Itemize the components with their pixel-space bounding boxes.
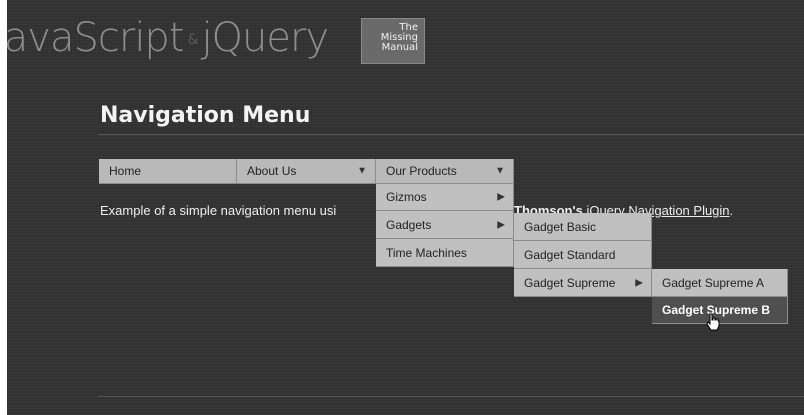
chevron-down-icon: ▼ [357,165,367,177]
menu-item-gadget-standard[interactable]: Gadget Standard [514,241,652,269]
menu-item-gadgets[interactable]: Gadgets ▶ [376,211,514,239]
nav-item-our-products[interactable]: Our Products ▼ [376,159,514,184]
badge-line-3: Manual [381,42,418,53]
site-logo[interactable]: JavaScript & jQuery [0,12,329,66]
nav-label-home: Home [109,164,142,178]
missing-manual-badge: The Missing Manual [361,18,425,64]
logo-javascript: JavaScript [0,15,185,61]
menu-item-gizmos[interactable]: Gizmos ▶ [376,184,514,211]
nav-label-our-products: Our Products [386,164,457,178]
menu-item-gadget-basic[interactable]: Gadget Basic [514,213,652,241]
description-text: Example of a simple navigation menu usi [100,203,337,218]
menu-label-time-machines: Time Machines [386,245,467,260]
menu-item-gadget-supreme-a[interactable]: Gadget Supreme A [652,269,788,297]
nav-item-about-us[interactable]: About Us ▼ [237,159,376,184]
chevron-right-icon: ▶ [497,191,505,203]
menu-item-gadget-supreme-b[interactable]: Gadget Supreme B [652,297,788,324]
description-period: . [729,203,734,218]
menu-label-gizmos: Gizmos [386,190,427,204]
chevron-right-icon: ▶ [635,277,643,288]
footer-divider [98,396,804,397]
menu-label-gadget-standard: Gadget Standard [524,247,616,262]
menu-label-gadget-basic: Gadget Basic [524,219,597,234]
logo-jquery: jQuery [201,15,329,61]
page-title: Navigation Menu [100,103,311,128]
hand-pointer-icon [706,313,720,331]
nav-item-home[interactable]: Home [99,159,237,184]
menu-label-gadgets: Gadgets [386,217,432,232]
menu-item-gadget-supreme[interactable]: Gadget Supreme ▶ [514,269,652,297]
nav-label-about-us: About Us [247,164,297,178]
chevron-right-icon: ▶ [497,219,505,230]
title-divider [98,134,804,135]
menu-label-gadget-supreme-a: Gadget Supreme A [662,275,765,290]
chevron-down-icon: ▼ [495,165,505,177]
menu-label-gadget-supreme: Gadget Supreme [524,275,616,290]
logo-ampersand: & [187,32,199,48]
menu-item-time-machines[interactable]: Time Machines [376,239,514,267]
